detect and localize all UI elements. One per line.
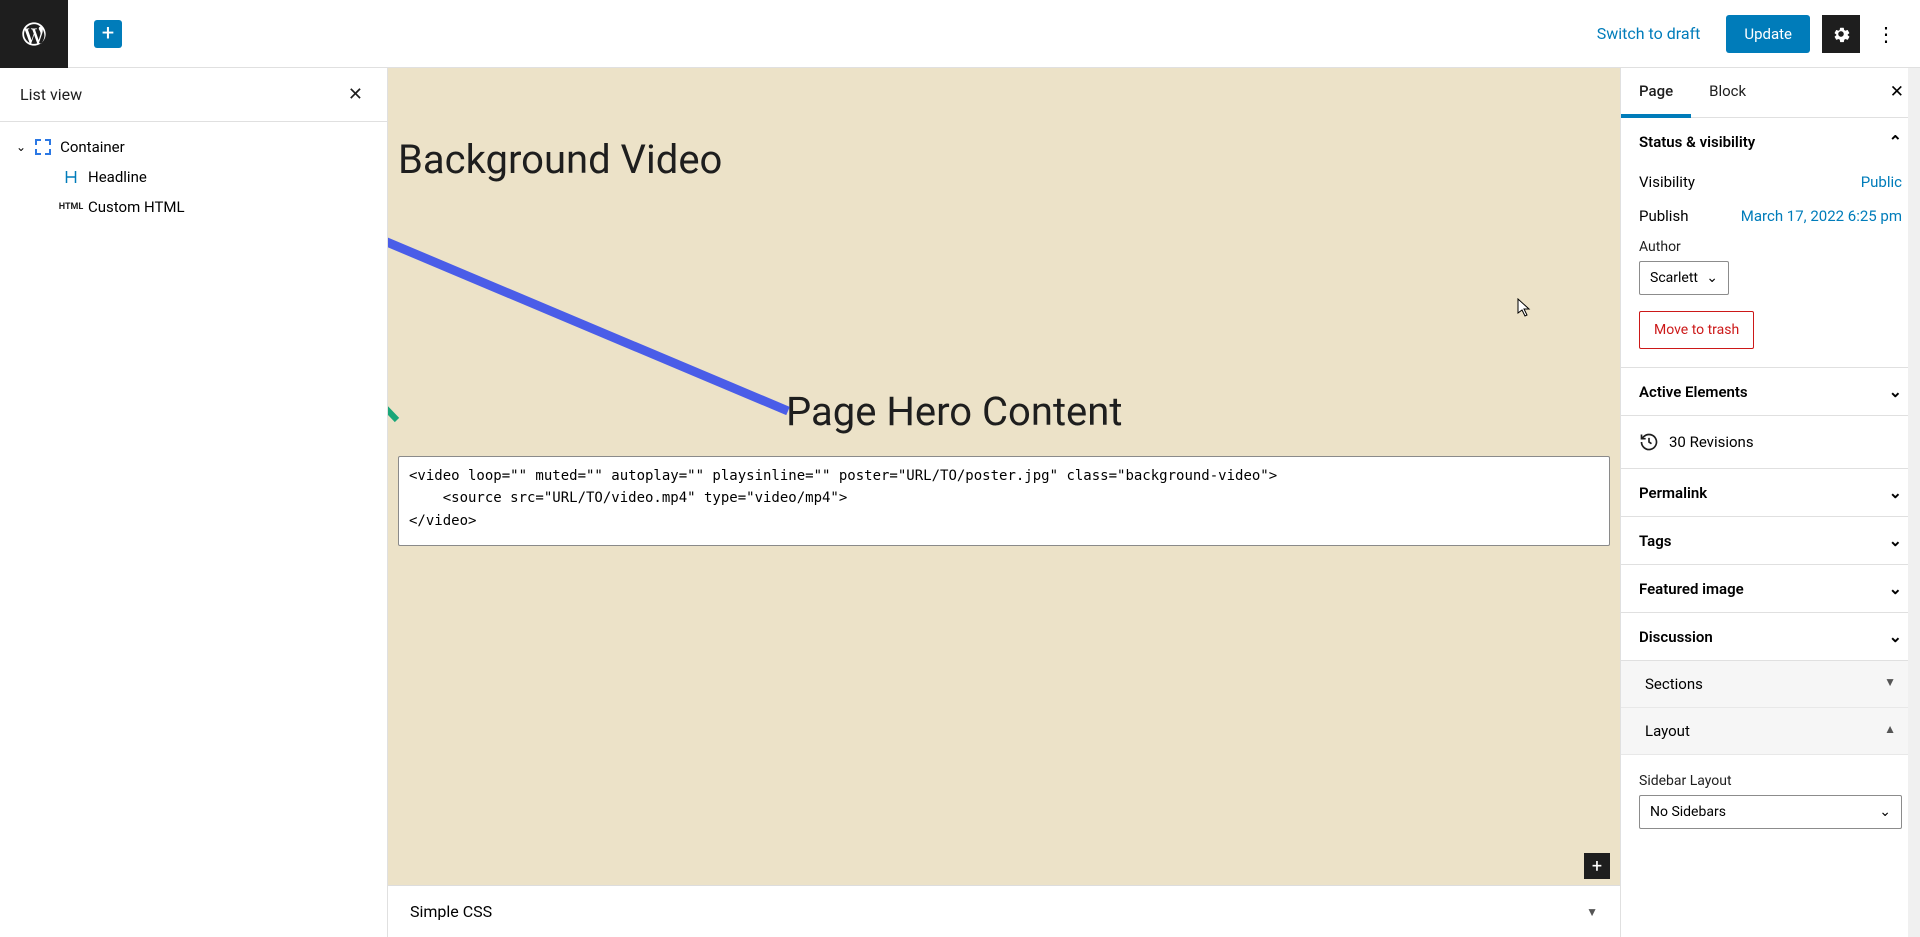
custom-html-block[interactable]: <video loop="" muted="" autoplay="" play…	[398, 456, 1610, 546]
settings-sidebar: Page Block ✕ Status & visibility ⌃ Visib…	[1620, 68, 1920, 937]
simple-css-label: Simple CSS	[410, 902, 492, 921]
gear-icon	[1830, 23, 1852, 45]
metabox-sections[interactable]: Sections ▼	[1621, 661, 1920, 708]
revisions-text: 30 Revisions	[1669, 433, 1754, 451]
html-icon: HTML	[62, 198, 80, 216]
container-icon	[35, 139, 51, 155]
chevron-down-icon: ⌄	[1889, 531, 1902, 550]
panel-title: Tags	[1639, 532, 1672, 550]
history-icon	[1639, 432, 1659, 452]
add-block-inline-button[interactable]: +	[1584, 853, 1610, 879]
triangle-down-icon: ▼	[1586, 905, 1598, 919]
visibility-label: Visibility	[1639, 173, 1695, 191]
tree-item-label: Container	[60, 138, 125, 156]
sidebar-layout-select[interactable]: No Sidebars ⌄	[1639, 795, 1902, 829]
metabox-title: Sections	[1645, 675, 1703, 693]
switch-to-draft-button[interactable]: Switch to draft	[1583, 16, 1715, 51]
tree-item-custom-html[interactable]: HTML Custom HTML	[0, 192, 387, 222]
visibility-value[interactable]: Public	[1861, 173, 1902, 191]
add-block-button[interactable]: +	[94, 20, 122, 48]
chevron-down-icon[interactable]: ⌄	[16, 140, 26, 154]
list-view-title: List view	[20, 85, 82, 104]
panel-status-visibility[interactable]: Status & visibility ⌃	[1621, 118, 1920, 165]
publish-value[interactable]: March 17, 2022 6:25 pm	[1741, 207, 1902, 225]
more-options-button[interactable]: ⋮	[1872, 15, 1900, 53]
panel-featured-image[interactable]: Featured image ⌄	[1621, 565, 1920, 612]
move-to-trash-button[interactable]: Move to trash	[1639, 311, 1754, 349]
panel-discussion[interactable]: Discussion ⌄	[1621, 613, 1920, 660]
editor-canvas[interactable]: Background Video Page Hero Content <vide…	[388, 68, 1620, 937]
chevron-down-icon: ⌄	[1879, 804, 1891, 820]
list-view-panel: List view ✕ ⌄ Container Headline HTML Cu…	[0, 68, 388, 937]
publish-label: Publish	[1639, 207, 1688, 225]
panel-title: Featured image	[1639, 580, 1744, 598]
triangle-up-icon: ▲	[1884, 722, 1896, 740]
settings-button[interactable]	[1822, 15, 1860, 53]
panel-permalink[interactable]: Permalink ⌄	[1621, 469, 1920, 516]
update-button[interactable]: Update	[1726, 15, 1810, 53]
metabox-title: Layout	[1645, 722, 1690, 740]
chevron-down-icon: ⌄	[1706, 270, 1718, 286]
panel-active-elements[interactable]: Active Elements ⌄	[1621, 368, 1920, 415]
mouse-cursor-icon	[1517, 298, 1533, 318]
panel-title: Permalink	[1639, 484, 1707, 502]
page-title[interactable]: Background Video	[398, 136, 722, 183]
headline-icon	[62, 168, 80, 186]
panel-title: Active Elements	[1639, 383, 1748, 401]
wordpress-icon	[20, 20, 48, 48]
tree-item-label: Custom HTML	[88, 198, 185, 216]
panel-title: Discussion	[1639, 628, 1713, 646]
revisions-link[interactable]: 30 Revisions	[1621, 416, 1920, 469]
simple-css-panel[interactable]: Simple CSS ▼	[388, 885, 1620, 937]
close-list-view-button[interactable]: ✕	[344, 80, 367, 109]
author-select[interactable]: Scarlett ⌄	[1639, 261, 1729, 295]
editor-top-bar: + Switch to draft Update ⋮	[0, 0, 1920, 68]
tree-item-label: Headline	[88, 168, 147, 186]
chevron-down-icon: ⌄	[1889, 627, 1902, 646]
tree-item-headline[interactable]: Headline	[0, 162, 387, 192]
chevron-down-icon: ⌄	[1889, 382, 1902, 401]
sidebar-layout-value: No Sidebars	[1650, 804, 1726, 820]
metabox-layout[interactable]: Layout ▲	[1621, 708, 1920, 755]
triangle-down-icon: ▼	[1884, 675, 1896, 693]
tree-item-container[interactable]: ⌄ Container	[0, 132, 387, 162]
wordpress-logo[interactable]	[0, 0, 68, 68]
panel-title: Status & visibility	[1639, 133, 1755, 151]
tab-block[interactable]: Block	[1691, 68, 1764, 117]
chevron-down-icon: ⌄	[1889, 579, 1902, 598]
vertical-scrollbar[interactable]	[1908, 68, 1920, 937]
sidebar-layout-label: Sidebar Layout	[1639, 773, 1902, 789]
headline-block[interactable]: Page Hero Content	[786, 388, 1122, 435]
chevron-down-icon: ⌄	[1889, 483, 1902, 502]
author-value: Scarlett	[1650, 270, 1698, 286]
tab-page[interactable]: Page	[1621, 68, 1691, 118]
panel-tags[interactable]: Tags ⌄	[1621, 517, 1920, 564]
chevron-up-icon: ⌃	[1889, 132, 1902, 151]
author-label: Author	[1639, 239, 1902, 255]
